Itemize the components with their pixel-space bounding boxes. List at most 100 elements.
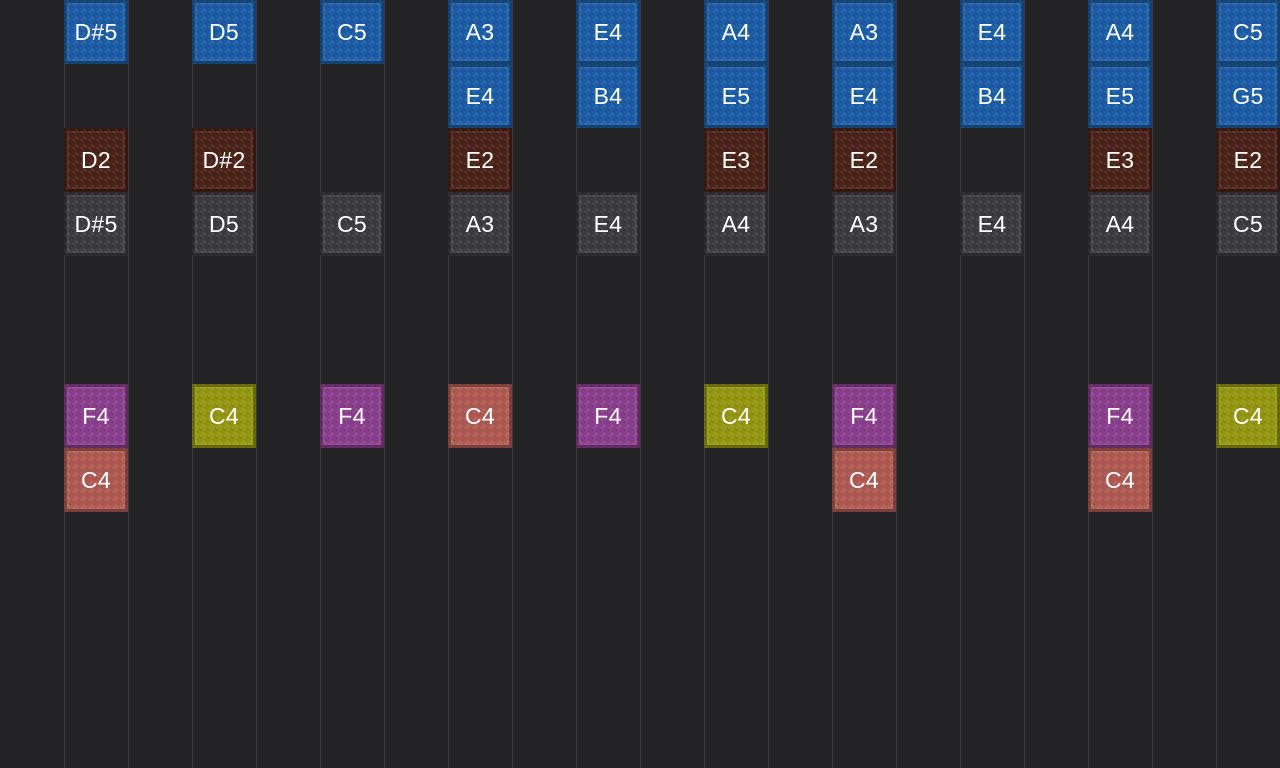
note-block[interactable]: E4 (960, 0, 1024, 64)
note-label: A4 (721, 210, 751, 237)
note-label: E2 (465, 146, 495, 173)
note-block[interactable]: A4 (704, 192, 768, 256)
note-label: A3 (465, 18, 495, 45)
note-block[interactable]: E5 (1088, 64, 1152, 128)
note-block[interactable]: B4 (576, 64, 640, 128)
note-label: F4 (1106, 402, 1134, 429)
note-block[interactable]: A3 (832, 192, 896, 256)
note-label: C4 (464, 402, 495, 429)
note-block[interactable]: D#5 (64, 0, 128, 64)
note-label: F4 (338, 402, 366, 429)
note-block[interactable]: A4 (1088, 192, 1152, 256)
note-label: C5 (1232, 18, 1263, 45)
note-block[interactable]: E3 (1088, 128, 1152, 192)
note-label: G5 (1232, 82, 1264, 109)
note-block[interactable]: A3 (448, 192, 512, 256)
note-block[interactable]: D2 (64, 128, 128, 192)
note-label: D#5 (74, 210, 118, 237)
note-block[interactable]: E3 (704, 128, 768, 192)
note-block[interactable]: E4 (960, 192, 1024, 256)
note-label: B4 (977, 82, 1007, 109)
note-label: A3 (465, 210, 495, 237)
note-label: E3 (1105, 146, 1135, 173)
note-label: E5 (1105, 82, 1135, 109)
note-block[interactable]: G5 (1216, 64, 1280, 128)
note-label: D5 (208, 18, 239, 45)
note-block[interactable]: C4 (704, 384, 768, 448)
note-block[interactable]: F4 (64, 384, 128, 448)
note-label: C4 (1232, 402, 1263, 429)
column-divider (896, 0, 897, 768)
note-block[interactable]: C4 (448, 384, 512, 448)
note-block[interactable]: C4 (64, 448, 128, 512)
note-label: C5 (1232, 210, 1263, 237)
note-block[interactable]: E4 (448, 64, 512, 128)
note-block[interactable]: A3 (448, 0, 512, 64)
note-label: E4 (977, 210, 1007, 237)
note-block[interactable]: C5 (1216, 192, 1280, 256)
sequencer-grid: D#5 D2 D#5 F4 C4 D5 D#2 D5 C4 C5 C5 F4 A3 E4 E2 A3 C4 E4 B… (0, 0, 1280, 768)
note-label: A4 (1105, 18, 1135, 45)
note-label: B4 (593, 82, 623, 109)
note-block[interactable]: C5 (1216, 0, 1280, 64)
note-block[interactable]: C4 (832, 448, 896, 512)
note-label: F4 (850, 402, 878, 429)
column-divider (1152, 0, 1153, 768)
note-block[interactable]: F4 (320, 384, 384, 448)
column-divider (768, 0, 769, 768)
note-label: C4 (848, 466, 879, 493)
note-label: C4 (208, 402, 239, 429)
note-label: D#2 (202, 146, 246, 173)
note-block[interactable]: C5 (320, 0, 384, 64)
note-block[interactable]: C5 (320, 192, 384, 256)
note-block[interactable]: E4 (832, 64, 896, 128)
note-label: F4 (594, 402, 622, 429)
note-label: E4 (465, 82, 495, 109)
column-divider (1024, 0, 1025, 768)
note-block[interactable]: D#5 (64, 192, 128, 256)
note-block[interactable]: D5 (192, 0, 256, 64)
note-block[interactable]: D5 (192, 192, 256, 256)
column-divider (256, 0, 257, 768)
note-block[interactable]: E5 (704, 64, 768, 128)
note-label: D2 (80, 146, 111, 173)
note-block[interactable]: F4 (832, 384, 896, 448)
note-block[interactable]: E2 (448, 128, 512, 192)
note-block[interactable]: B4 (960, 64, 1024, 128)
note-block[interactable]: C4 (1216, 384, 1280, 448)
note-block[interactable]: D#2 (192, 128, 256, 192)
note-label: D#5 (74, 18, 118, 45)
note-label: E5 (721, 82, 751, 109)
note-label: A3 (849, 210, 879, 237)
note-block[interactable]: A3 (832, 0, 896, 64)
note-label: A3 (849, 18, 879, 45)
column-divider (512, 0, 513, 768)
note-block[interactable]: E2 (832, 128, 896, 192)
note-block[interactable]: A4 (704, 0, 768, 64)
note-label: F4 (82, 402, 110, 429)
note-label: C4 (720, 402, 751, 429)
note-block[interactable]: F4 (1088, 384, 1152, 448)
note-block[interactable]: E4 (576, 192, 640, 256)
note-label: A4 (721, 18, 751, 45)
note-label: E2 (849, 146, 879, 173)
note-label: E3 (721, 146, 751, 173)
column-divider (128, 0, 129, 768)
note-label: C5 (336, 18, 367, 45)
column-divider (384, 0, 385, 768)
note-block[interactable]: F4 (576, 384, 640, 448)
column-divider (640, 0, 641, 768)
note-block[interactable]: E4 (576, 0, 640, 64)
note-label: C4 (80, 466, 111, 493)
note-block[interactable]: A4 (1088, 0, 1152, 64)
note-block[interactable]: E2 (1216, 128, 1280, 192)
note-label: E4 (977, 18, 1007, 45)
note-label: E4 (849, 82, 879, 109)
note-label: E4 (593, 18, 623, 45)
note-block[interactable]: C4 (1088, 448, 1152, 512)
note-label: E4 (593, 210, 623, 237)
note-block[interactable]: C4 (192, 384, 256, 448)
note-label: D5 (208, 210, 239, 237)
note-label: C4 (1104, 466, 1135, 493)
note-label: E2 (1233, 146, 1263, 173)
